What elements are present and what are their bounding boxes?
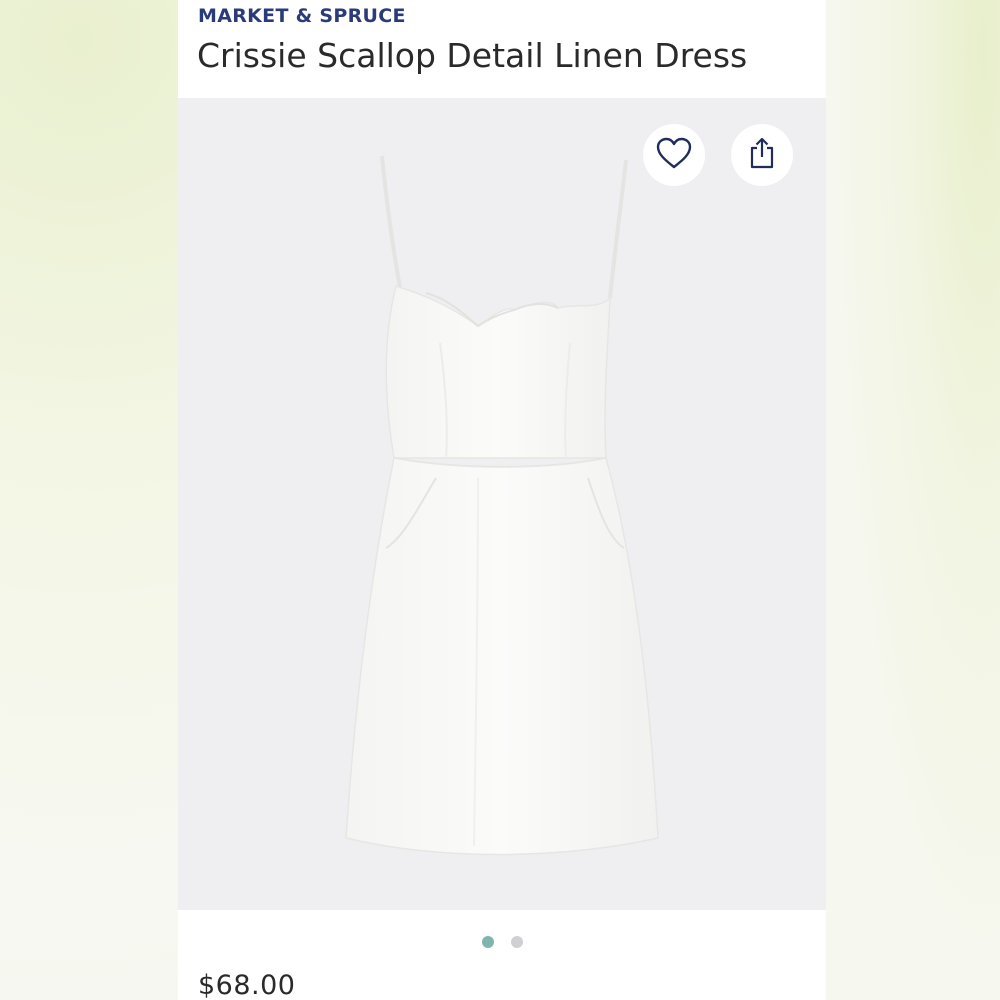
product-image-dress	[345, 155, 659, 856]
carousel-dot-1[interactable]	[481, 936, 494, 948]
heart-outline-icon	[655, 136, 693, 174]
product-image-carousel[interactable]	[178, 98, 826, 910]
carousel-dot-2[interactable]	[510, 936, 523, 948]
share-icon	[747, 136, 777, 174]
product-panel: MARKET & SPRUCE Crissie Scallop Detail L…	[178, 0, 826, 1000]
brand-name[interactable]: MARKET & SPRUCE	[198, 5, 406, 27]
favorite-button[interactable]	[643, 124, 705, 186]
share-button[interactable]	[731, 124, 793, 186]
product-price: $68.00	[198, 970, 296, 1000]
product-title: Crissie Scallop Detail Linen Dress	[197, 36, 748, 75]
background-right	[826, 0, 1000, 1000]
carousel-indicator	[178, 936, 826, 950]
